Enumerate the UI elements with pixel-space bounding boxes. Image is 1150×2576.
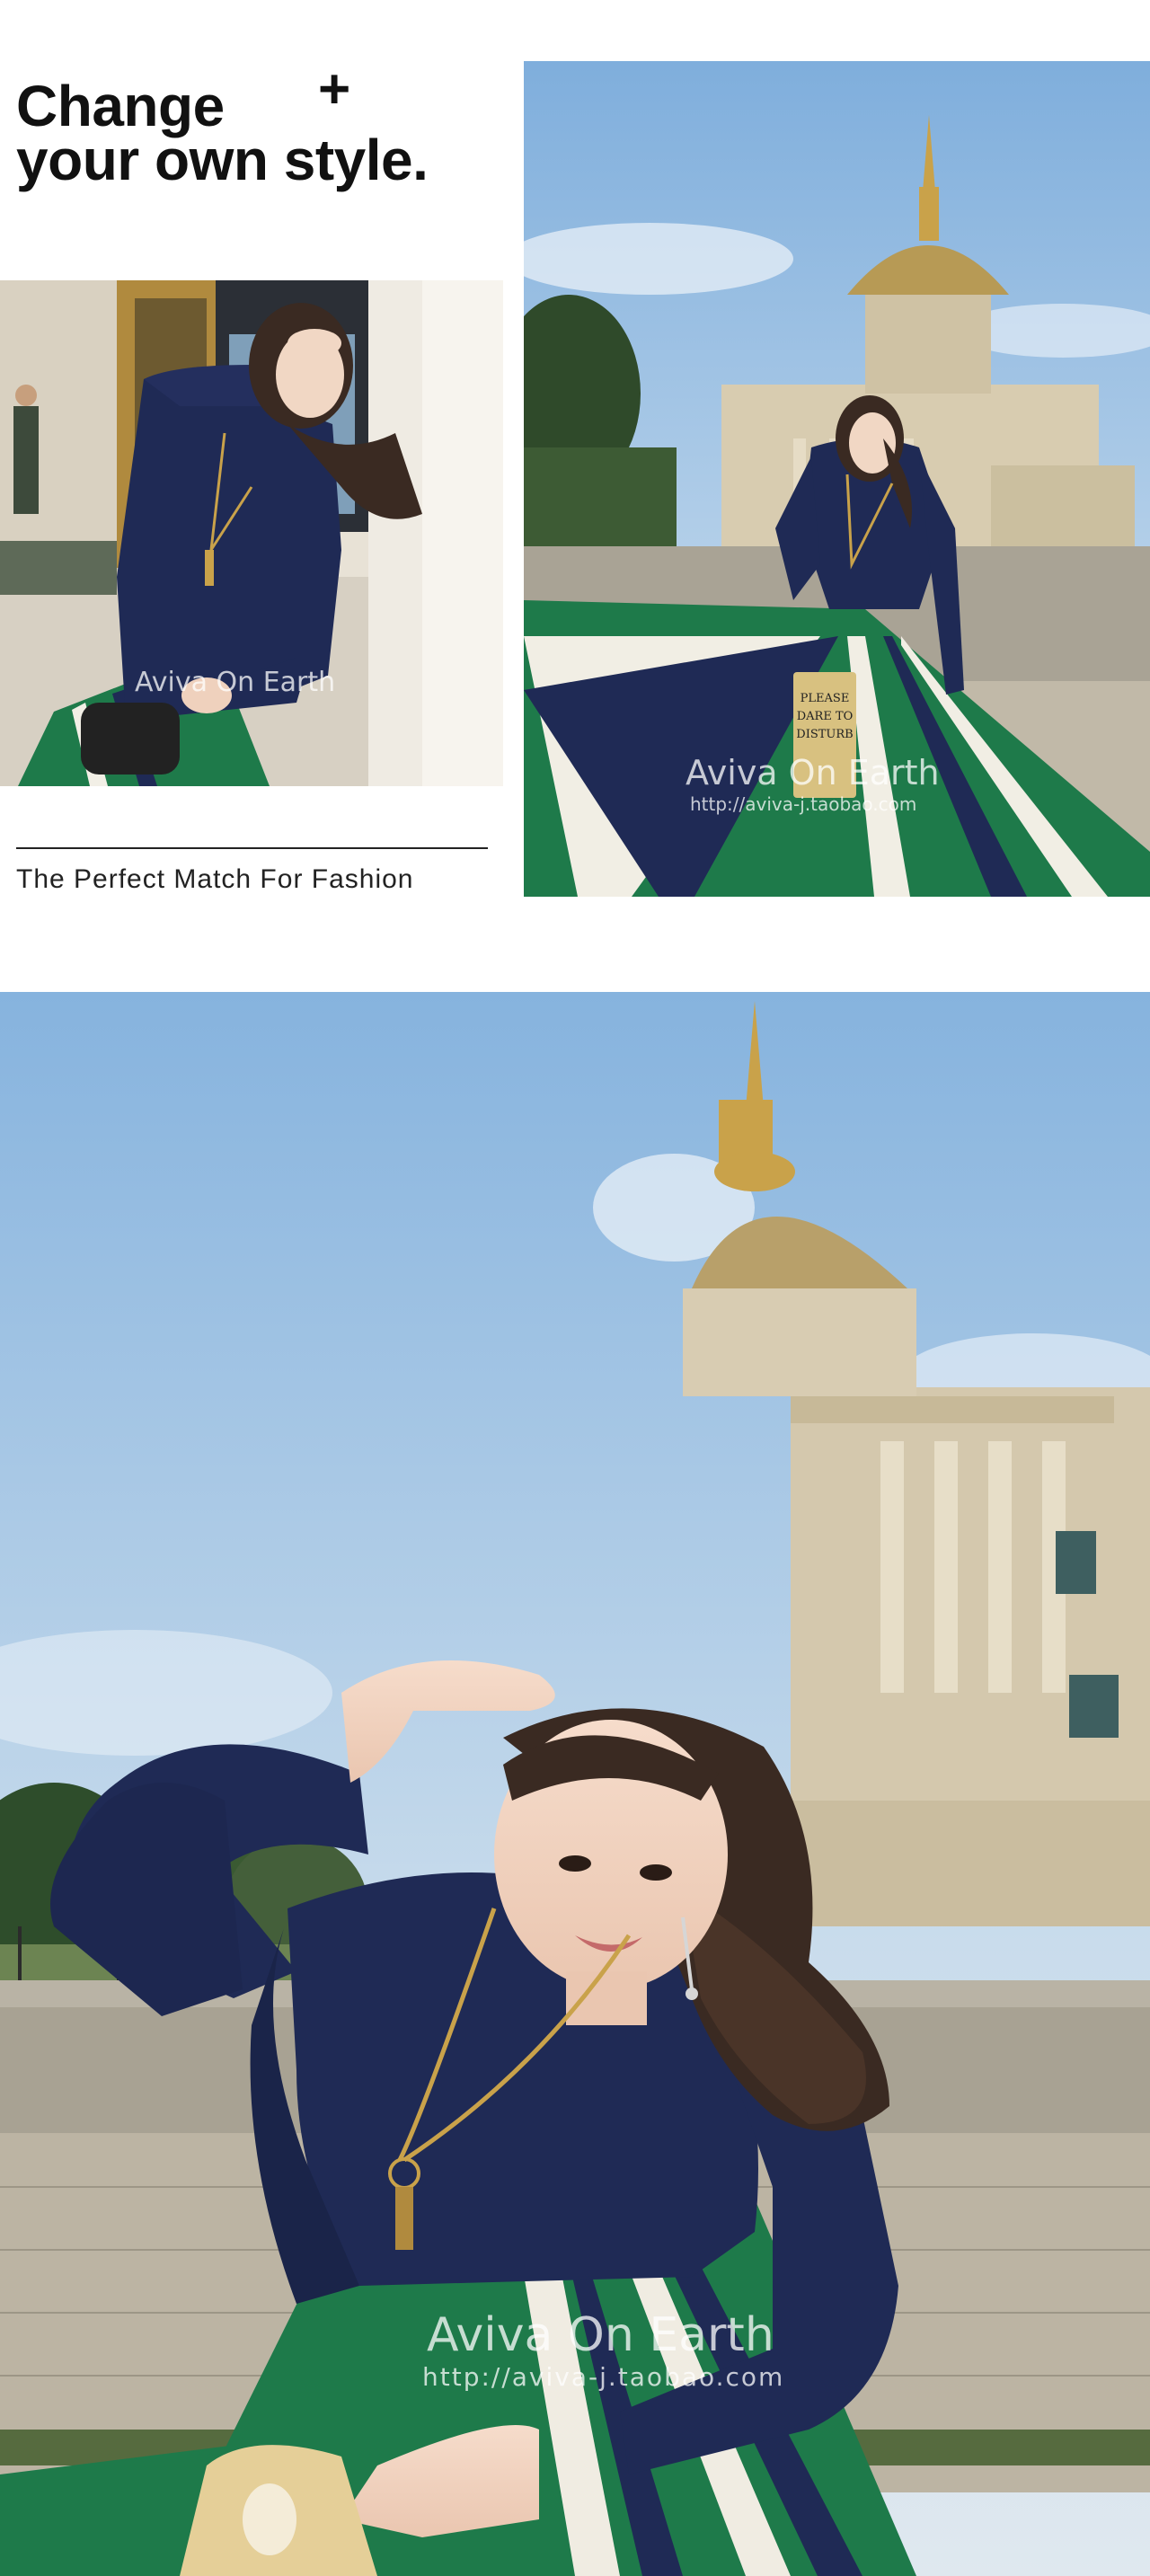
watermark-url: http://aviva-j.taobao.com	[690, 793, 917, 815]
watermark: Aviva On Earth	[135, 667, 336, 698]
photo-bottom-large: Aviva On Earth http://aviva-j.taobao.com	[0, 992, 1150, 2576]
watermark: Aviva On Earth	[686, 753, 940, 792]
bag-text: PLEASE DARE TO DISTURB	[796, 692, 854, 741]
plus-icon: +	[318, 58, 351, 120]
headline-line-1: Change	[16, 74, 225, 138]
watermark-url: http://aviva-j.taobao.com	[422, 2362, 785, 2392]
photo-right-top: PLEASE DARE TO DISTURB Aviva On Earth ht…	[524, 61, 1150, 897]
headline: Change your own style.	[16, 74, 519, 192]
photo-small-left: Aviva On Earth	[0, 280, 503, 786]
tagline: The Perfect Match For Fashion	[16, 864, 414, 894]
divider	[16, 847, 488, 849]
headline-line-2: your own style.	[16, 128, 429, 192]
watermark: Aviva On Earth	[427, 2308, 774, 2362]
